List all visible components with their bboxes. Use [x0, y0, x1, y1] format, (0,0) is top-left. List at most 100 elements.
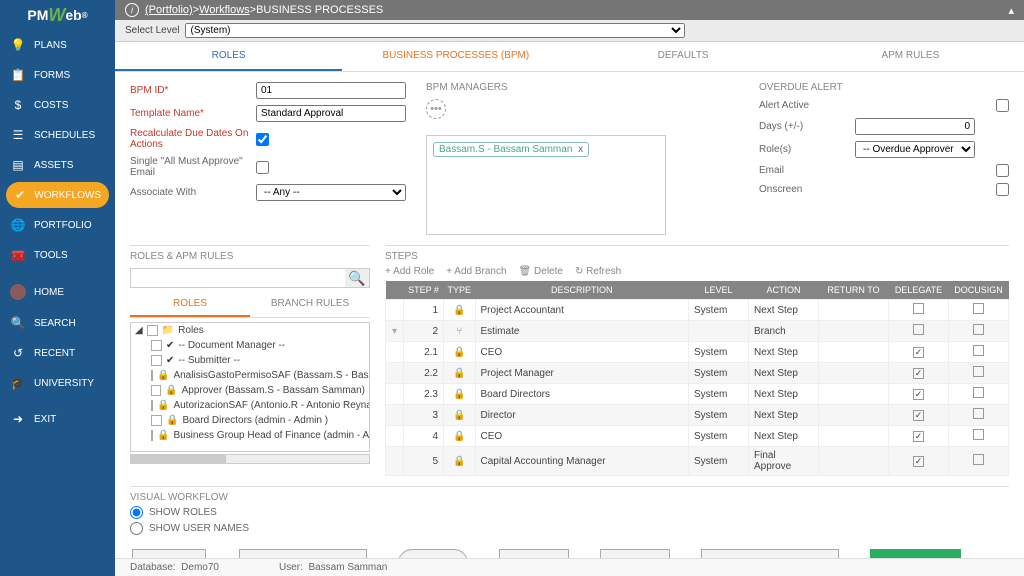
tree-item[interactable]: ✔-- Document Manager --	[131, 338, 369, 353]
alert-active-checkbox[interactable]	[996, 99, 1009, 112]
tree-item[interactable]: 🔒Board Directors (admin - Admin )	[131, 413, 369, 428]
nav-icon: 🧰	[10, 248, 26, 262]
th-docusign: DOCUSIGN	[949, 281, 1009, 300]
nav-assets[interactable]: ▤ASSETS	[0, 150, 115, 180]
show-users-label: SHOW USER NAMES	[149, 523, 249, 534]
nav-search[interactable]: 🔍SEARCH	[0, 308, 115, 338]
email-checkbox[interactable]	[996, 164, 1009, 177]
delete-button[interactable]: 🗑 Delete	[519, 266, 563, 277]
show-roles-radio[interactable]	[130, 506, 143, 519]
user-value: Bassam Samman	[308, 562, 387, 573]
step-row[interactable]: 2.2🔒Project ManagerSystemNext Step	[386, 363, 1009, 384]
tab-roles[interactable]: ROLES	[115, 42, 342, 71]
tree-root[interactable]: ◢📁Roles	[131, 323, 369, 338]
show-roles-label: SHOW ROLES	[149, 507, 217, 518]
nav-recent[interactable]: ↺RECENT	[0, 338, 115, 368]
tree-item[interactable]: 🔒Business Group Head of Finance (admin -…	[131, 428, 369, 443]
tree-item[interactable]: 🔒Approver (Bassam.S - Bassam Samman)	[131, 383, 369, 398]
tree-item[interactable]: 🔒AnalisisGastoPermisoSAF (Bassam.S - Bas…	[131, 368, 369, 383]
show-users-radio[interactable]	[130, 522, 143, 535]
roles-rules-title: ROLES & APM RULES	[130, 251, 233, 262]
associate-select[interactable]: -- Any --	[256, 184, 406, 201]
overdue-col: OVERDUE ALERT Alert Active Days (+/-) Ro…	[759, 82, 1009, 235]
level-bar: Select Level (System)	[115, 20, 1024, 42]
tree-item[interactable]: 🔒AutorizacionSAF (Antonio.R - Antonio Re…	[131, 398, 369, 413]
single-approve-checkbox[interactable]	[256, 161, 269, 174]
nav-label: UNIVERSITY	[34, 378, 94, 389]
status-bar: Database: Demo70 User: Bassam Samman	[115, 558, 1024, 576]
search-icon[interactable]: 🔍	[345, 269, 369, 287]
nav-icon	[10, 284, 26, 300]
bpm-id-input[interactable]	[256, 82, 406, 99]
managers-title: BPM MANAGERS	[426, 82, 666, 93]
roles-tree[interactable]: ◢📁Roles ✔-- Document Manager --✔-- Submi…	[130, 322, 370, 452]
associate-label: Associate With	[130, 187, 250, 198]
crumb-workflows[interactable]: Workflows	[199, 4, 250, 16]
roles-search-input[interactable]	[131, 269, 345, 287]
step-row[interactable]: 2.1🔒CEOSystemNext Step	[386, 342, 1009, 363]
collapse-icon[interactable]: ▴	[1008, 4, 1014, 17]
tab-defaults[interactable]: DEFAULTS	[570, 42, 797, 71]
nav-schedules[interactable]: ☰SCHEDULES	[0, 120, 115, 150]
nav-tools[interactable]: 🧰TOOLS	[0, 240, 115, 270]
overdue-roles-select[interactable]: -- Overdue Approver --	[855, 141, 975, 158]
level-label: Select Level	[125, 25, 179, 36]
logo-eb: eb	[65, 7, 81, 23]
add-branch-button[interactable]: + Add Branch	[446, 266, 506, 277]
th-action: ACTION	[749, 281, 819, 300]
form-col: BPM ID* Template Name* Recalculate Due D…	[130, 82, 406, 235]
nav-icon: 📋	[10, 68, 26, 82]
info-icon[interactable]: i	[125, 3, 139, 17]
tab-bpm[interactable]: BUSINESS PROCESSES (BPM)	[342, 42, 569, 71]
th-desc: DESCRIPTION	[475, 281, 688, 300]
subtab-branch[interactable]: BRANCH RULES	[250, 292, 370, 317]
th-level: LEVEL	[689, 281, 749, 300]
nav-label: SCHEDULES	[34, 130, 95, 141]
nav-university[interactable]: 🎓UNIVERSITY	[0, 368, 115, 398]
onscreen-checkbox[interactable]	[996, 183, 1009, 196]
nav-icon: ↺	[10, 346, 26, 360]
step-row[interactable]: 2.3🔒Board DirectorsSystemNext Step	[386, 384, 1009, 405]
nav-plans[interactable]: 💡PLANS	[0, 30, 115, 60]
th-delegate: DELEGATE	[889, 281, 949, 300]
nav-workflows[interactable]: ✔WORKFLOWS	[6, 182, 109, 208]
add-manager-button[interactable]: •••	[426, 99, 446, 119]
crumb-current: BUSINESS PROCESSES	[256, 4, 383, 16]
logo-r: ®	[82, 11, 88, 20]
remove-manager-icon[interactable]: x	[578, 144, 583, 155]
visual-title: VISUAL WORKFLOW	[130, 492, 228, 503]
step-row[interactable]: 1🔒Project AccountantSystemNext Step	[386, 300, 1009, 321]
email-label: Email	[759, 165, 849, 176]
step-row[interactable]: 4🔒CEOSystemNext Step	[386, 426, 1009, 447]
nav-home[interactable]: HOME	[0, 276, 115, 308]
nav-exit[interactable]: ➜EXIT	[0, 404, 115, 434]
step-row[interactable]: 3🔒DirectorSystemNext Step	[386, 405, 1009, 426]
refresh-button[interactable]: ↻ Refresh	[575, 266, 621, 277]
step-row[interactable]: 5🔒Capital Accounting ManagerSystemFinal …	[386, 447, 1009, 476]
nav-portfolio[interactable]: 🌐PORTFOLIO	[0, 210, 115, 240]
crumb-portfolio[interactable]: (Portfolio)	[145, 4, 193, 16]
tab-strip: ROLES BUSINESS PROCESSES (BPM) DEFAULTS …	[115, 42, 1024, 72]
subtab-roles[interactable]: ROLES	[130, 292, 250, 317]
tree-item[interactable]: ✔-- Submitter --	[131, 353, 369, 368]
nav-label: HOME	[34, 287, 64, 298]
days-input[interactable]	[855, 118, 975, 135]
th-step: STEP #	[404, 281, 444, 300]
recalc-checkbox[interactable]	[256, 133, 269, 146]
level-select[interactable]: (System)	[185, 23, 685, 38]
step-row[interactable]: ▾2⑂EstimateBranch	[386, 321, 1009, 342]
tree-scrollbar[interactable]	[130, 454, 370, 464]
nav-costs[interactable]: $COSTS	[0, 90, 115, 120]
roles-panel: ROLES & APM RULES 🔍 ROLES BRANCH RULES ◢…	[130, 245, 370, 476]
nav-label: COSTS	[34, 100, 68, 111]
steps-title: STEPS	[385, 251, 418, 262]
nav-forms[interactable]: 📋FORMS	[0, 60, 115, 90]
tab-apm[interactable]: APM RULES	[797, 42, 1024, 71]
steps-panel: STEPS + Add Role + Add Branch 🗑 Delete ↻…	[385, 245, 1009, 476]
template-name-input[interactable]	[256, 105, 406, 122]
db-label: Database:	[130, 562, 176, 573]
add-role-button[interactable]: + Add Role	[385, 266, 434, 277]
th-return: RETURN TO	[819, 281, 889, 300]
roles-label: Role(s)	[759, 144, 849, 155]
nav-label: SEARCH	[34, 318, 76, 329]
